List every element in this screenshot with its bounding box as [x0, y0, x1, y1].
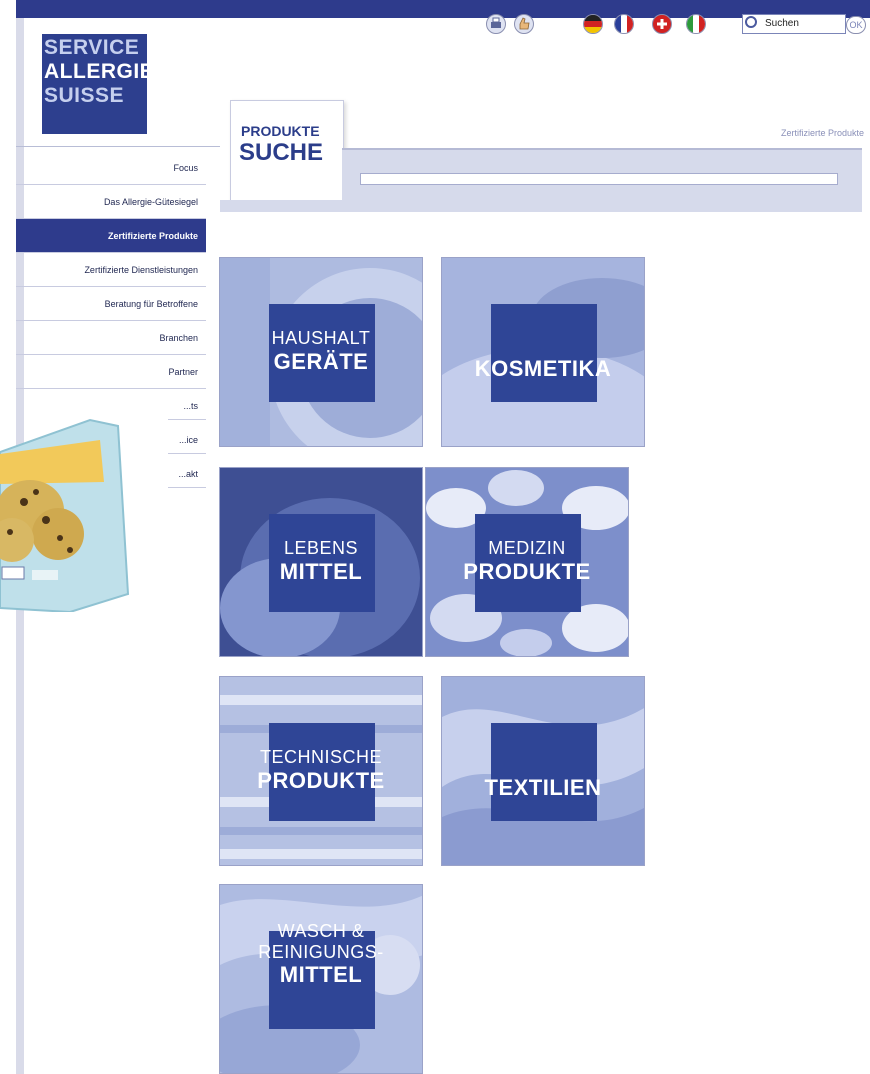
breadcrumb[interactable]: Zertifizierte Produkte	[781, 128, 864, 138]
print-icon[interactable]	[486, 14, 506, 34]
flag-it-icon[interactable]	[686, 14, 706, 34]
search-icon	[745, 16, 757, 28]
logo-line-1: SERVICE	[44, 36, 140, 59]
category-kosmetika[interactable]: KOSMETIKA	[441, 257, 645, 447]
divider	[16, 146, 220, 147]
panel-title-small: PRODUKTE	[241, 123, 320, 139]
category-lebensmittel[interactable]: LEBENS MITTEL	[219, 467, 423, 657]
tile-label: KOSMETIKA	[474, 356, 612, 381]
nav-item-zertifizierte-produkte[interactable]: Zertifizierte Produkte	[16, 219, 206, 253]
tile-label: WASCH & REINIGUNGS- MITTEL	[258, 921, 384, 988]
search-input[interactable]: Suchen	[742, 14, 846, 34]
nav-item-partial-1[interactable]: ...ts	[168, 392, 206, 420]
product-search-input[interactable]	[360, 173, 838, 185]
panel-title-big: SUCHE	[239, 139, 324, 166]
search-value: Suchen	[765, 18, 799, 29]
category-wasch-reinigungsmittel[interactable]: WASCH & REINIGUNGS- MITTEL	[219, 884, 423, 1074]
tile-label: MEDIZIN PRODUKTE	[463, 538, 591, 584]
product-package-image	[0, 418, 130, 612]
site-logo[interactable]: SERVICE ALLERGIE SUISSE	[42, 34, 155, 134]
flag-ch-icon[interactable]	[652, 14, 672, 34]
logo-line-3: SUISSE	[44, 84, 125, 107]
tile-label: TEXTILIEN	[484, 775, 602, 800]
nav-item-branchen[interactable]: Branchen	[16, 321, 206, 355]
tile-label: LEBENS MITTEL	[279, 538, 363, 584]
nav-item-guetesiegel[interactable]: Das Allergie-Gütesiegel	[16, 185, 206, 219]
tile-label-square	[491, 723, 597, 821]
search-band	[220, 200, 342, 212]
tile-label: HAUSHALT GERÄTE	[271, 328, 371, 374]
logo-line-2: ALLERGIE	[44, 60, 155, 83]
tile-label: TECHNISCHE PRODUKTE	[257, 747, 385, 793]
nav-item-dienstleistungen[interactable]: Zertifizierte Dienstleistungen	[16, 253, 206, 287]
nav-item-beratung[interactable]: Beratung für Betroffene	[16, 287, 206, 321]
thumbs-up-icon[interactable]	[514, 14, 534, 34]
nav-item-focus[interactable]: Focus	[16, 151, 206, 185]
tile-label-square	[491, 304, 597, 402]
search-ok-button[interactable]: OK	[846, 16, 866, 34]
nav-item-partial-3[interactable]: ...akt	[168, 460, 206, 488]
nav-item-partial-2[interactable]: ...ice	[168, 426, 206, 454]
category-technische-produkte[interactable]: TECHNISCHE PRODUKTE	[219, 676, 423, 866]
category-medizinprodukte[interactable]: MEDIZIN PRODUKTE	[425, 467, 629, 657]
category-textilien[interactable]: TEXTILIEN	[441, 676, 645, 866]
flag-de-icon[interactable]	[583, 14, 603, 34]
nav-item-partner[interactable]: Partner	[16, 355, 206, 389]
product-search-panel: PRODUKTE SUCHE	[230, 100, 344, 202]
sidebar-nav: Focus Das Allergie-Gütesiegel Zertifizie…	[16, 151, 206, 389]
category-haushaltgeraete[interactable]: HAUSHALT GERÄTE	[219, 257, 423, 447]
flag-fr-icon[interactable]	[614, 14, 634, 34]
